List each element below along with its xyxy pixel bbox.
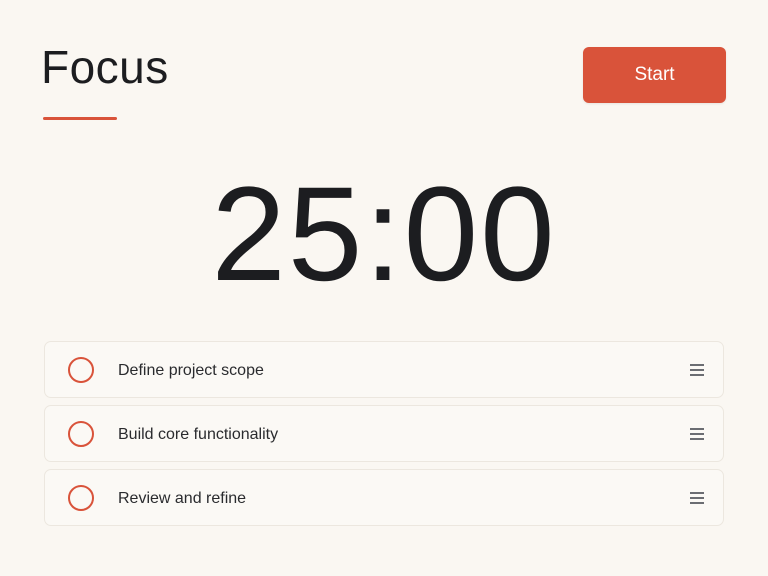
- task-label: Review and refine: [118, 490, 247, 507]
- timer-display: 25:00: [211, 160, 557, 309]
- drag-handle-icon[interactable]: [690, 492, 704, 504]
- drag-handle-icon[interactable]: [690, 364, 704, 376]
- task-checkbox-circle-icon[interactable]: [68, 357, 94, 383]
- start-button[interactable]: Start: [583, 47, 726, 103]
- task-checkbox-circle-icon[interactable]: [68, 485, 94, 511]
- page-title: Focus: [41, 41, 169, 93]
- task-item[interactable]: Build core functionality: [44, 405, 724, 462]
- drag-handle-icon[interactable]: [690, 428, 704, 440]
- task-item[interactable]: Review and refine: [44, 469, 724, 526]
- task-item[interactable]: Define project scope: [44, 341, 724, 398]
- task-label: Build core functionality: [118, 426, 279, 443]
- task-label: Define project scope: [118, 362, 264, 379]
- title-underline: [43, 117, 117, 120]
- task-list: Define project scope Build core function…: [44, 341, 724, 533]
- task-checkbox-circle-icon[interactable]: [68, 421, 94, 447]
